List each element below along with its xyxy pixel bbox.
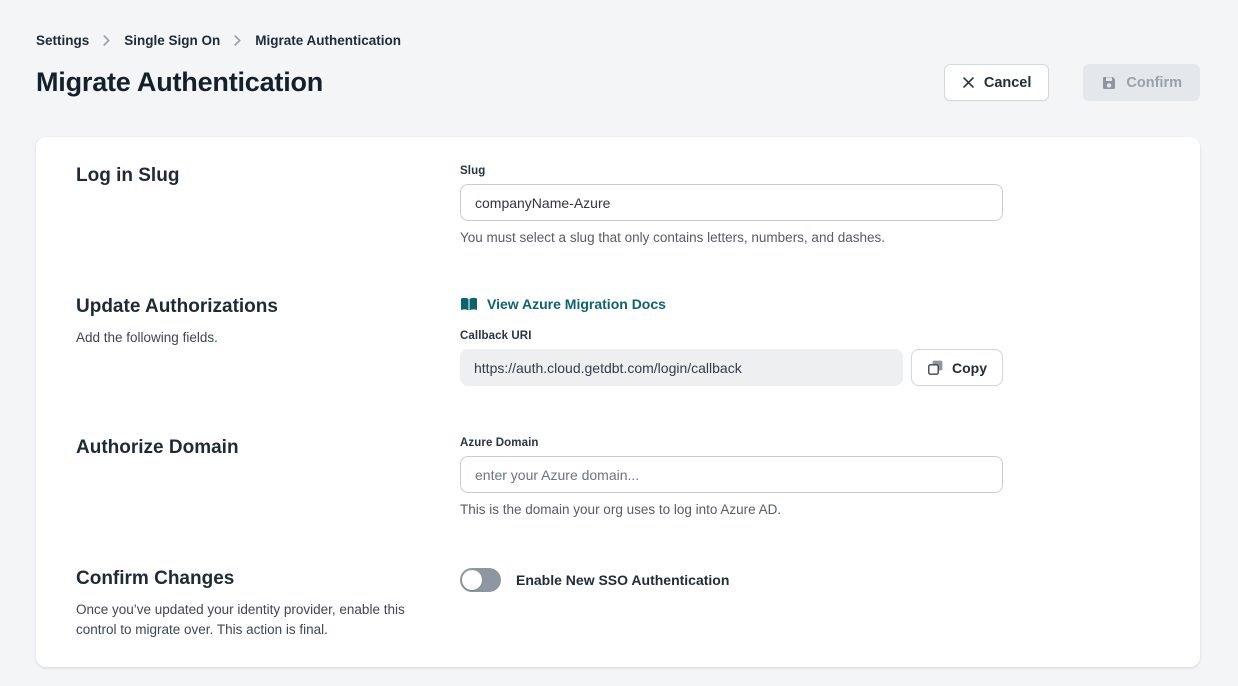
azure-domain-help-text: This is the domain your org uses to log …	[460, 502, 1003, 517]
chevron-right-icon	[101, 35, 112, 46]
update-authorizations-heading: Update Authorizations	[76, 296, 460, 318]
section-authorize-domain: Authorize Domain Azure Domain This is th…	[76, 437, 1160, 517]
slug-help-text: You must select a slug that only contain…	[460, 230, 1003, 245]
azure-domain-label: Azure Domain	[460, 437, 1003, 449]
slug-field-label: Slug	[460, 165, 1003, 177]
sso-toggle-label: Enable New SSO Authentication	[516, 572, 729, 588]
update-authorizations-description: Add the following fields.	[76, 328, 406, 348]
azure-migration-docs-link[interactable]: View Azure Migration Docs	[460, 296, 666, 312]
page-title: Migrate Authentication	[36, 67, 323, 98]
slug-input[interactable]	[460, 184, 1003, 221]
copy-button-label: Copy	[952, 360, 987, 376]
cancel-button-label: Cancel	[984, 75, 1032, 91]
x-icon	[962, 76, 975, 89]
chevron-right-icon	[232, 35, 243, 46]
title-row: Migrate Authentication Cancel	[36, 64, 1200, 101]
settings-card: Log in Slug Slug You must select a slug …	[36, 137, 1200, 667]
docs-link-label: View Azure Migration Docs	[487, 296, 666, 312]
breadcrumb: Settings Single Sign On Migrate Authenti…	[36, 33, 1200, 48]
section-update-authorizations: Update Authorizations Add the following …	[76, 296, 1160, 386]
book-icon	[460, 297, 478, 312]
save-icon	[1101, 75, 1117, 91]
confirm-button[interactable]: Confirm	[1083, 64, 1200, 101]
enable-sso-toggle[interactable]	[460, 568, 501, 592]
section-confirm-changes: Confirm Changes Once you’ve updated your…	[76, 568, 1160, 640]
authorize-domain-heading: Authorize Domain	[76, 437, 460, 459]
confirm-changes-heading: Confirm Changes	[76, 568, 460, 590]
header-actions: Cancel Confirm	[944, 64, 1200, 101]
callback-row: https://auth.cloud.getdbt.com/login/call…	[460, 349, 1003, 386]
cancel-button[interactable]: Cancel	[944, 64, 1050, 101]
section-login-slug: Log in Slug Slug You must select a slug …	[76, 165, 1160, 245]
migrate-authentication-page: Settings Single Sign On Migrate Authenti…	[0, 0, 1238, 686]
copy-icon	[927, 359, 944, 376]
callback-uri-field[interactable]: https://auth.cloud.getdbt.com/login/call…	[460, 349, 903, 386]
confirm-changes-description: Once you’ve updated your identity provid…	[76, 600, 406, 641]
callback-uri-label: Callback URI	[460, 330, 1003, 342]
breadcrumb-current-page: Migrate Authentication	[255, 33, 401, 48]
breadcrumb-settings[interactable]: Settings	[36, 33, 89, 48]
breadcrumb-single-sign-on[interactable]: Single Sign On	[124, 33, 220, 48]
copy-button[interactable]: Copy	[911, 349, 1003, 386]
page-header: Settings Single Sign On Migrate Authenti…	[0, 0, 1238, 101]
sso-toggle-row: Enable New SSO Authentication	[460, 568, 1003, 592]
azure-domain-input[interactable]	[460, 456, 1003, 493]
toggle-knob	[462, 570, 482, 590]
login-slug-heading: Log in Slug	[76, 165, 460, 187]
confirm-button-label: Confirm	[1126, 75, 1182, 91]
